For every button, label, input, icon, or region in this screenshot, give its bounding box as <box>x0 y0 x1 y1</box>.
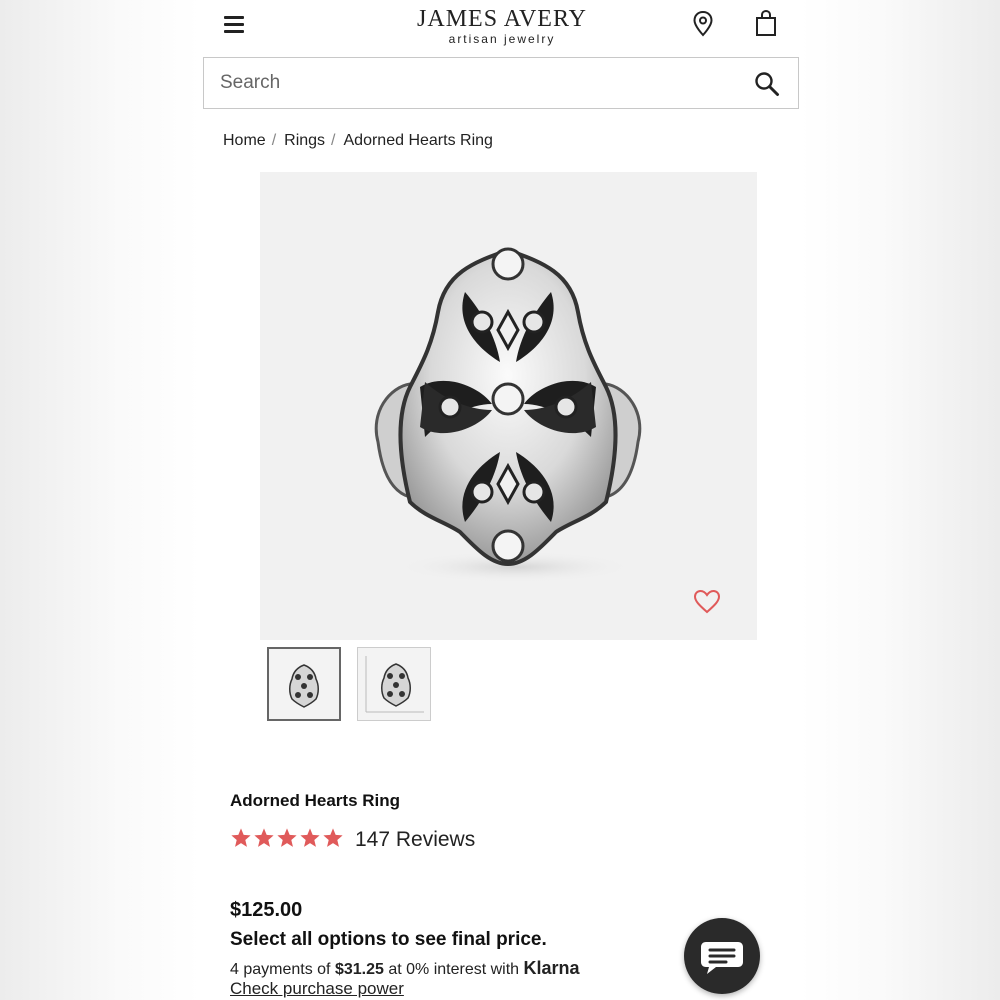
product-price: $125.00 <box>230 899 303 921</box>
search-bar <box>203 57 799 109</box>
brand-name: JAMES AVERY <box>417 6 587 32</box>
brand-tagline: artisan jewelry <box>448 32 556 46</box>
breadcrumb-separator: / <box>271 132 277 149</box>
star-icon <box>254 828 274 847</box>
breadcrumb-current: Adorned Hearts Ring <box>343 132 493 149</box>
product-page: JAMES AVERY artisan jewelry Home / Rings / A… <box>202 0 800 1000</box>
menu-icon[interactable] <box>224 16 244 34</box>
chat-bubble-icon <box>701 942 743 974</box>
reviews-link[interactable]: 147 Reviews <box>355 828 475 852</box>
search-input[interactable] <box>220 58 720 108</box>
installment-middle: at 0% interest with <box>383 961 524 978</box>
search-icon[interactable] <box>754 71 780 97</box>
location-pin-icon[interactable] <box>692 10 714 38</box>
options-note: Select all options to see final price. <box>230 929 547 950</box>
star-icon <box>323 828 343 847</box>
breadcrumb-separator: / <box>331 132 336 149</box>
breadcrumb-rings[interactable]: Rings <box>284 132 325 149</box>
star-icon <box>277 828 297 847</box>
thumbnail-2[interactable] <box>357 647 431 721</box>
star-icon <box>231 828 251 847</box>
wishlist-heart-icon[interactable] <box>693 589 721 615</box>
thumbnail-1[interactable] <box>267 647 341 721</box>
breadcrumb-home[interactable]: Home <box>223 132 266 149</box>
check-purchase-power-link[interactable]: Check purchase power <box>230 979 404 999</box>
chat-button[interactable] <box>684 918 760 994</box>
installment-prefix: 4 payments of <box>230 961 335 978</box>
brand-logo[interactable]: JAMES AVERY artisan jewelry <box>387 4 617 52</box>
star-icon <box>300 828 320 847</box>
klarna-logo: Klarna <box>523 958 580 978</box>
installment-amount: $31.25 <box>334 961 384 978</box>
shopping-bag-icon[interactable] <box>755 9 777 37</box>
klarna-installments: 4 payments of $31.25 at 0% interest with… <box>230 958 580 979</box>
product-title: Adorned Hearts Ring <box>230 791 401 810</box>
product-image[interactable] <box>260 172 757 640</box>
rating-stars[interactable] <box>230 827 345 851</box>
breadcrumb: Home / Rings / Adorned Hearts Ring <box>223 132 493 150</box>
